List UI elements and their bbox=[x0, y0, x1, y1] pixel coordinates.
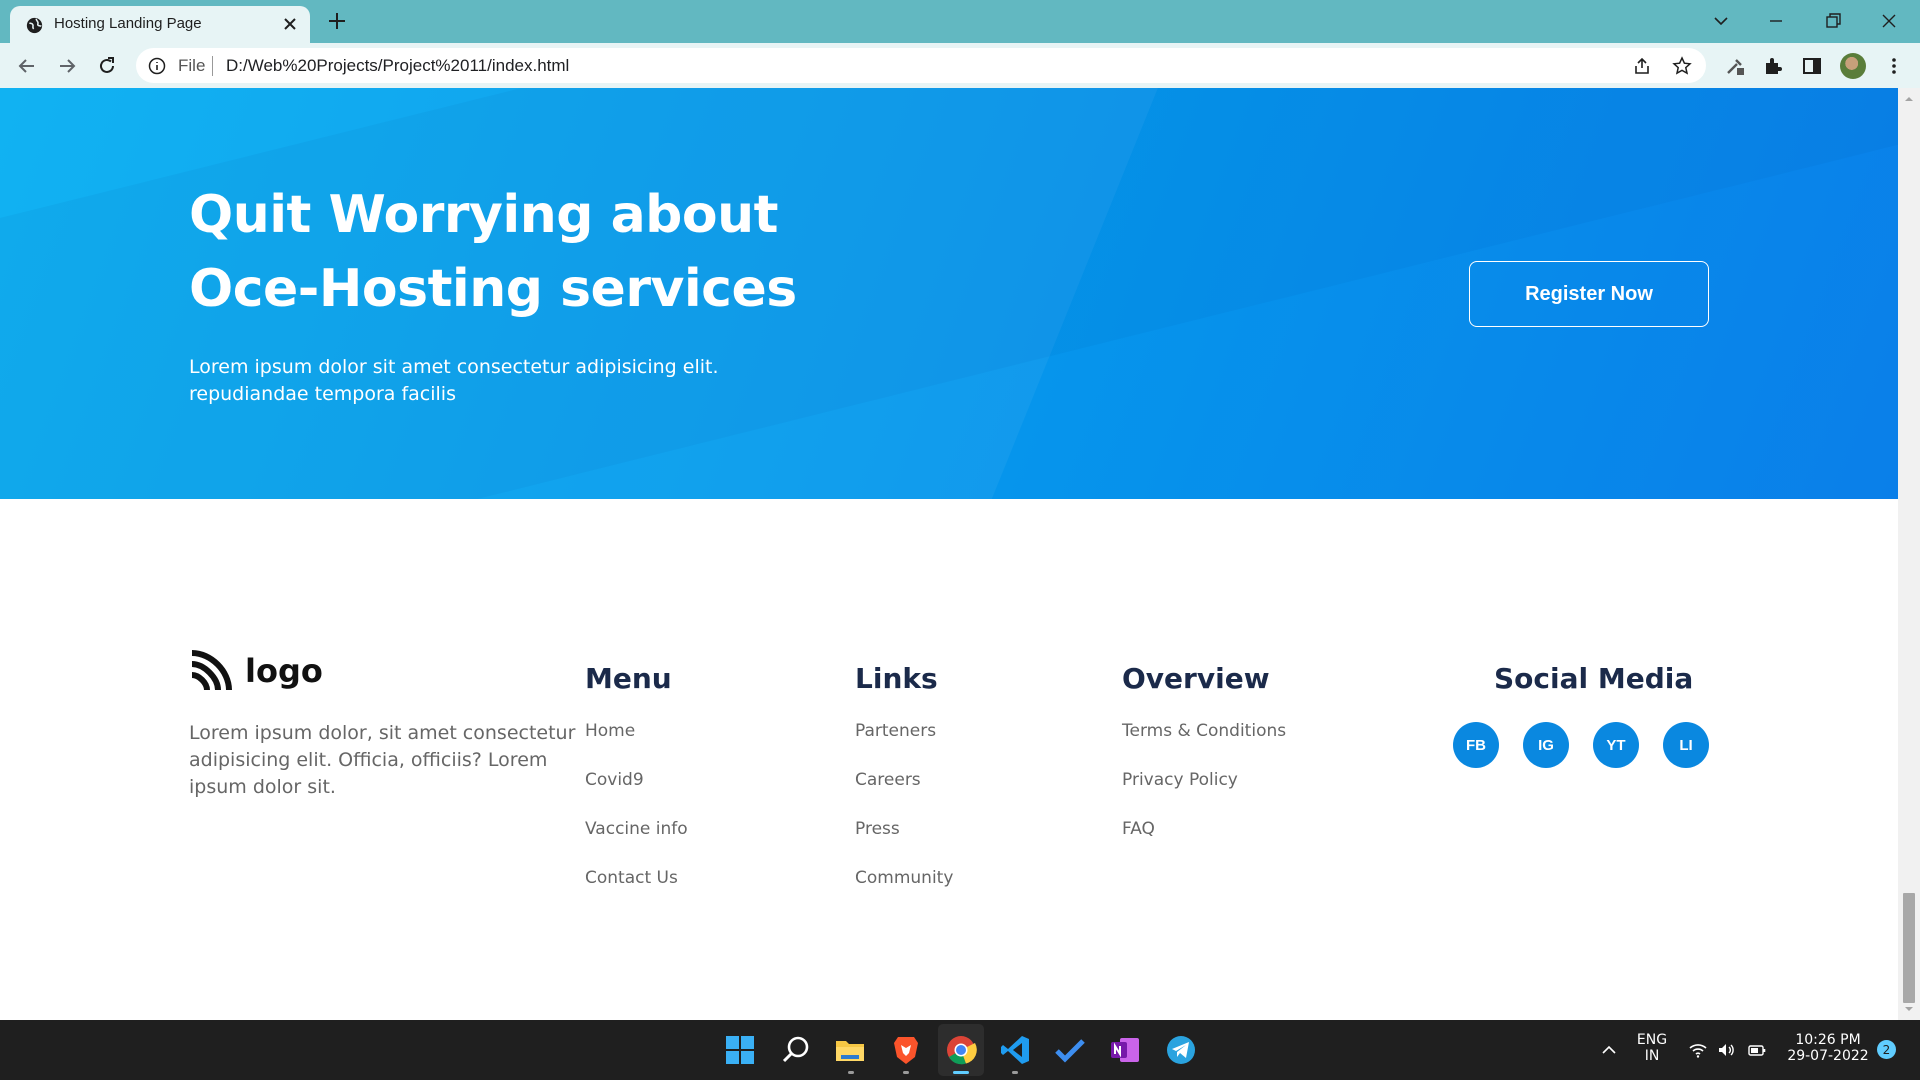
info-icon[interactable] bbox=[148, 57, 166, 75]
region-code: IN bbox=[1644, 1048, 1660, 1064]
globe-icon bbox=[26, 17, 43, 34]
logo-text: logo bbox=[245, 652, 323, 690]
footer-link-contact-us[interactable]: Contact Us bbox=[585, 868, 678, 888]
footer-links-title: Links bbox=[855, 662, 938, 695]
language-code: ENG bbox=[1636, 1032, 1668, 1048]
vscode-icon[interactable] bbox=[998, 1033, 1032, 1067]
chrome-browser-icon[interactable] bbox=[944, 1033, 978, 1067]
search-icon[interactable] bbox=[779, 1033, 813, 1067]
cta-banner: Quit Worrying about Oce-Hosting services… bbox=[0, 88, 1898, 499]
minimize-icon[interactable] bbox=[1761, 6, 1791, 36]
footer-description: Lorem ipsum dolor, sit amet consectetur … bbox=[189, 722, 576, 798]
battery-icon[interactable] bbox=[1748, 1041, 1766, 1059]
footer-link-press[interactable]: Press bbox=[855, 819, 900, 839]
footer-link-privacy-policy[interactable]: Privacy Policy bbox=[1122, 770, 1238, 790]
footer-link-covid9[interactable]: Covid9 bbox=[585, 770, 644, 790]
instagram-button[interactable]: IG bbox=[1523, 722, 1569, 768]
chevron-up-icon[interactable] bbox=[1600, 1041, 1618, 1059]
linkedin-button[interactable]: LI bbox=[1663, 722, 1709, 768]
register-now-button[interactable]: Register Now bbox=[1469, 261, 1709, 327]
extensions-puzzle-icon[interactable] bbox=[1762, 55, 1784, 77]
clock-date: 29-07-2022 bbox=[1787, 1048, 1869, 1064]
banner-heading-line: Quit Worrying about bbox=[189, 185, 779, 245]
scroll-down-arrow-icon[interactable] bbox=[1904, 1004, 1914, 1014]
clock[interactable]: 10:26 PM 29-07-2022 bbox=[1783, 1032, 1873, 1064]
footer-link-home[interactable]: Home bbox=[585, 721, 635, 741]
file-explorer-icon[interactable] bbox=[833, 1033, 867, 1067]
reload-icon[interactable] bbox=[96, 55, 118, 77]
tab-title: Hosting Landing Page bbox=[54, 15, 202, 32]
active-indicator bbox=[953, 1071, 969, 1074]
footer-overview-title: Overview bbox=[1122, 662, 1270, 695]
language-indicator[interactable]: ENG IN bbox=[1636, 1032, 1668, 1064]
banner-heading: Quit Worrying about Oce-Hosting services bbox=[189, 178, 889, 326]
profile-avatar[interactable] bbox=[1840, 53, 1866, 79]
browser-toolbar: File D:/Web%20Projects/Project%2011/inde… bbox=[0, 43, 1920, 88]
footer-link-terms[interactable]: Terms & Conditions bbox=[1122, 721, 1286, 741]
site-footer: logo Lorem ipsum dolor, sit amet consect… bbox=[0, 499, 1898, 1020]
address-divider bbox=[212, 56, 213, 76]
address-url[interactable]: D:/Web%20Projects/Project%2011/index.htm… bbox=[226, 56, 569, 76]
running-indicator bbox=[1012, 1071, 1018, 1074]
running-indicator bbox=[903, 1071, 909, 1074]
footer-link-faq[interactable]: FAQ bbox=[1122, 819, 1155, 839]
restore-icon[interactable] bbox=[1818, 6, 1848, 36]
footer-menu-title: Menu bbox=[585, 662, 672, 695]
footer-social-title: Social Media bbox=[1494, 662, 1694, 695]
page-scrollbar[interactable] bbox=[1898, 88, 1920, 1020]
footer-link-careers[interactable]: Careers bbox=[855, 770, 921, 790]
clock-time: 10:26 PM bbox=[1795, 1032, 1861, 1048]
youtube-button[interactable]: YT bbox=[1593, 722, 1639, 768]
banner-subtext: Lorem ipsum dolor sit amet consectetur a… bbox=[189, 354, 809, 408]
share-icon[interactable] bbox=[1632, 56, 1652, 76]
more-menu-icon[interactable] bbox=[1883, 55, 1905, 77]
banner-subtext-line: Lorem ipsum dolor sit amet consectetur a… bbox=[189, 356, 719, 378]
scrollbar-thumb[interactable] bbox=[1903, 893, 1915, 1003]
address-bar[interactable]: File D:/Web%20Projects/Project%2011/inde… bbox=[136, 48, 1706, 83]
scroll-up-arrow-icon[interactable] bbox=[1904, 94, 1914, 104]
chevron-down-icon[interactable] bbox=[1706, 6, 1736, 36]
browser-tab-strip: Hosting Landing Page bbox=[0, 0, 1920, 43]
onenote-icon[interactable] bbox=[1108, 1033, 1142, 1067]
os-taskbar: ENG IN 10:26 PM 29-07-2022 2 bbox=[0, 1020, 1920, 1080]
star-icon[interactable] bbox=[1672, 56, 1692, 76]
eyedropper-extension-icon[interactable] bbox=[1724, 55, 1746, 77]
wifi-icon[interactable] bbox=[1689, 1041, 1707, 1059]
volume-icon[interactable] bbox=[1717, 1041, 1735, 1059]
browser-tab[interactable]: Hosting Landing Page bbox=[10, 6, 310, 43]
windows-start-icon[interactable] bbox=[723, 1033, 757, 1067]
banner-subtext-line: repudiandae tempora facilis bbox=[189, 383, 456, 405]
new-tab-icon[interactable] bbox=[326, 10, 348, 32]
forward-icon[interactable] bbox=[56, 55, 78, 77]
back-icon[interactable] bbox=[16, 55, 38, 77]
footer-link-community[interactable]: Community bbox=[855, 868, 953, 888]
side-panel-icon[interactable] bbox=[1801, 55, 1823, 77]
banner-heading-line: Oce-Hosting services bbox=[189, 259, 797, 319]
facebook-button[interactable]: FB bbox=[1453, 722, 1499, 768]
address-scheme-label: File bbox=[178, 56, 206, 75]
notification-badge[interactable]: 2 bbox=[1877, 1040, 1896, 1059]
footer-link-parteners[interactable]: Parteners bbox=[855, 721, 936, 741]
todo-check-icon[interactable] bbox=[1053, 1033, 1087, 1067]
close-window-icon[interactable] bbox=[1874, 6, 1904, 36]
logo-icon bbox=[191, 650, 232, 691]
footer-link-vaccine-info[interactable]: Vaccine info bbox=[585, 819, 688, 839]
page-viewport: Quit Worrying about Oce-Hosting services… bbox=[0, 88, 1898, 1020]
footer-logo[interactable]: logo bbox=[189, 649, 323, 693]
close-icon[interactable] bbox=[282, 16, 298, 32]
brave-browser-icon[interactable] bbox=[889, 1033, 923, 1067]
running-indicator bbox=[848, 1071, 854, 1074]
telegram-icon[interactable] bbox=[1164, 1033, 1198, 1067]
